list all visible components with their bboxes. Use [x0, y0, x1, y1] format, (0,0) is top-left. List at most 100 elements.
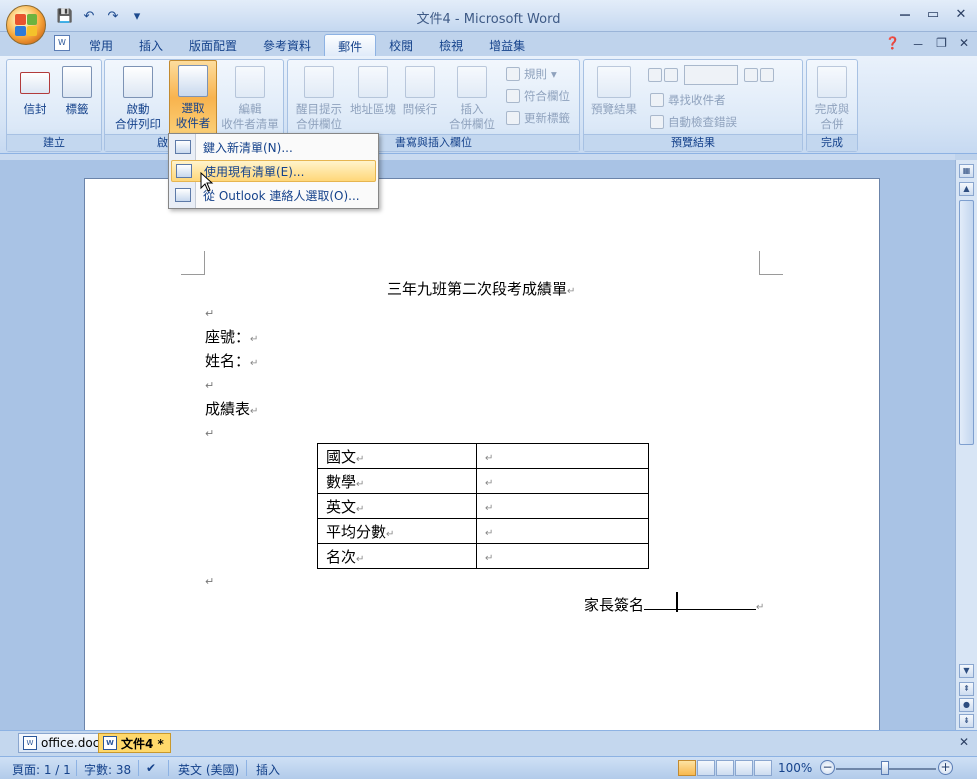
- preview-results-button[interactable]: 預覽結果: [586, 62, 642, 134]
- table-row: 平均分數↵ ↵: [317, 518, 649, 544]
- doc-close-button[interactable]: ✕: [959, 36, 969, 53]
- page-count[interactable]: 頁面: 1 / 1: [12, 761, 71, 778]
- outlook-contacts-icon: [175, 188, 191, 202]
- scroll-up-icon[interactable]: ▲: [959, 182, 974, 196]
- match-fields-button[interactable]: 符合欄位: [506, 86, 570, 106]
- table-row: 數學↵ ↵: [317, 468, 649, 494]
- labels-button[interactable]: 標籤: [51, 62, 103, 134]
- grades-table[interactable]: 國文↵ ↵ 數學↵ ↵ 英文↵ ↵ 平均分數↵ ↵ 名次↵ ↵: [317, 443, 649, 569]
- margin-corner-left: [181, 251, 205, 275]
- doc-tab-office-doc[interactable]: W office.doc: [18, 733, 107, 753]
- doc-restore-button[interactable]: ❐: [936, 36, 947, 53]
- record-number-input[interactable]: [684, 65, 738, 85]
- status-separator: [138, 760, 139, 776]
- table-cell[interactable]: 國文↵: [317, 443, 477, 469]
- table-cell[interactable]: ↵: [476, 443, 649, 469]
- document-title[interactable]: 三年九班第二次段考成績單↵: [387, 278, 575, 299]
- vertical-scrollbar[interactable]: ▦ ▲ ▼ ⇞ ● ⇟: [955, 160, 977, 730]
- status-separator: [246, 760, 247, 776]
- insert-mode-indicator[interactable]: 插入: [256, 761, 280, 778]
- doc-tab-document4[interactable]: W 文件4 *: [98, 733, 171, 753]
- document-icon[interactable]: W: [54, 35, 70, 51]
- zoom-slider-knob[interactable]: [881, 761, 889, 775]
- full-screen-reading-view-icon[interactable]: [697, 760, 715, 776]
- select-recipients-button[interactable]: 選取 收件者: [169, 60, 217, 136]
- address-block-button[interactable]: 地址區塊: [346, 62, 400, 134]
- tab-references[interactable]: 參考資料: [250, 34, 324, 56]
- language-indicator[interactable]: 英文 (美國): [178, 761, 239, 778]
- insert-merge-field-button[interactable]: 插入 合併欄位: [442, 62, 502, 134]
- new-list-icon: [175, 140, 191, 154]
- word-doc-icon: W: [103, 736, 117, 750]
- close-button[interactable]: ✕: [953, 6, 969, 22]
- tab-addins[interactable]: 增益集: [476, 34, 538, 56]
- next-page-icon[interactable]: ⇟: [959, 714, 974, 728]
- select-recipients-icon: [178, 65, 208, 97]
- scroll-thumb[interactable]: [959, 200, 974, 445]
- edit-recipient-list-button[interactable]: 編輯 收件者清單: [217, 62, 283, 134]
- labels-icon: [62, 66, 92, 98]
- menu-item-type-new-list[interactable]: 鍵入新清單(N)...: [171, 136, 376, 158]
- browse-object-icon[interactable]: ●: [959, 698, 974, 712]
- group-label-finish: 完成: [807, 134, 857, 151]
- empty-paragraph: ↵: [205, 427, 215, 440]
- table-cell[interactable]: ↵: [476, 493, 649, 519]
- table-cell[interactable]: ↵: [476, 543, 649, 569]
- draft-view-icon[interactable]: [754, 760, 772, 776]
- scroll-down-icon[interactable]: ▼: [959, 664, 974, 678]
- last-record-icon[interactable]: [760, 68, 774, 82]
- table-cell[interactable]: 名次↵: [317, 543, 477, 569]
- previous-page-icon[interactable]: ⇞: [959, 682, 974, 696]
- greeting-line-button[interactable]: 問候行: [398, 62, 442, 134]
- update-labels-button[interactable]: 更新標籤: [506, 108, 570, 128]
- finish-merge-button[interactable]: 完成與 合併: [807, 62, 857, 134]
- help-icon[interactable]: ❓: [885, 36, 900, 53]
- insert-field-icon: [457, 66, 487, 98]
- margin-corner-right: [759, 251, 783, 275]
- tab-review[interactable]: 校閱: [376, 34, 426, 56]
- tab-view[interactable]: 檢視: [426, 34, 476, 56]
- greeting-line-icon: [405, 66, 435, 98]
- start-mail-merge-button[interactable]: 啟動 合併列印: [107, 62, 169, 134]
- find-recipient-button[interactable]: 尋找收件者: [650, 90, 726, 110]
- print-layout-view-icon[interactable]: [678, 760, 696, 776]
- proofing-icon[interactable]: ✔: [146, 761, 156, 775]
- doc-minimize-button[interactable]: －: [912, 36, 924, 53]
- doc-window-controls: ❓ － ❐ ✕: [885, 36, 969, 53]
- minimize-button[interactable]: －: [897, 6, 913, 24]
- tab-insert[interactable]: 插入: [126, 34, 176, 56]
- first-record-icon[interactable]: [648, 68, 662, 82]
- tab-home[interactable]: 常用: [76, 34, 126, 56]
- auto-check-errors-button[interactable]: 自動檢查錯誤: [650, 112, 737, 132]
- parent-signature-line[interactable]: 家長簽名 ↵: [584, 592, 764, 615]
- tab-mailings[interactable]: 郵件: [324, 34, 377, 56]
- zoom-level[interactable]: 100%: [778, 761, 812, 775]
- highlight-merge-fields-button[interactable]: 醒目提示 合併欄位: [292, 62, 346, 134]
- close-tab-icon[interactable]: ✕: [959, 735, 969, 749]
- name-label[interactable]: 姓名：↵: [205, 350, 258, 371]
- table-cell[interactable]: ↵: [476, 468, 649, 494]
- grades-table-label[interactable]: 成績表↵: [205, 398, 258, 419]
- previous-record-icon[interactable]: [664, 68, 678, 82]
- tab-page-layout[interactable]: 版面配置: [176, 34, 250, 56]
- table-cell[interactable]: 平均分數↵: [317, 518, 477, 544]
- rules-button[interactable]: 規則 ▾: [506, 64, 557, 84]
- table-cell[interactable]: ↵: [476, 518, 649, 544]
- word-count[interactable]: 字數: 38: [84, 761, 131, 778]
- seat-number-label[interactable]: 座號：↵: [205, 326, 258, 347]
- outline-view-icon[interactable]: [735, 760, 753, 776]
- group-create: 信封 標籤 建立: [6, 59, 102, 152]
- next-record-icon[interactable]: [744, 68, 758, 82]
- table-cell[interactable]: 數學↵: [317, 468, 477, 494]
- maximize-button[interactable]: ▭: [925, 6, 941, 22]
- find-recipient-icon: [650, 93, 664, 107]
- ruler-strip: [0, 154, 955, 160]
- table-cell[interactable]: 英文↵: [317, 493, 477, 519]
- status-separator: [76, 760, 77, 776]
- zoom-in-icon[interactable]: +: [938, 760, 953, 775]
- office-button[interactable]: [6, 5, 46, 45]
- ruler-toggle-icon[interactable]: ▦: [959, 164, 974, 178]
- web-layout-view-icon[interactable]: [716, 760, 734, 776]
- zoom-out-icon[interactable]: −: [820, 760, 835, 775]
- empty-paragraph: ↵: [205, 575, 215, 588]
